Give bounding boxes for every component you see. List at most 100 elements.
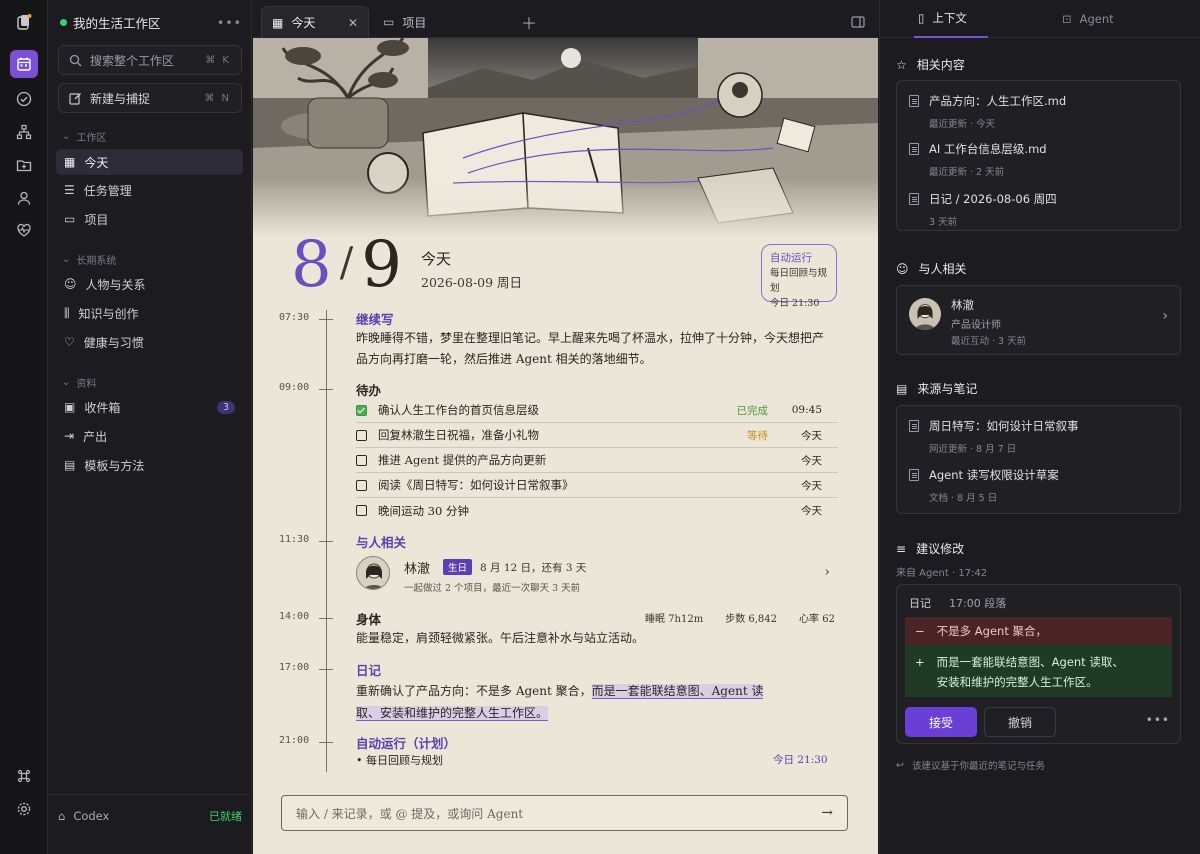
inbox-icon: ▣	[64, 400, 76, 414]
heart-rate-stat: 心率 62	[799, 614, 835, 625]
source-item[interactable]: Agent 读写权限设计草案 文档 · 8 月 5 日	[909, 467, 1059, 504]
todo-item[interactable]: 回复林澈生日祝福，准备小礼物 等待 今天	[356, 423, 838, 448]
sidebar-item-label: 健康与习惯	[83, 335, 144, 350]
checkbox[interactable]	[356, 454, 367, 466]
new-capture-button[interactable]: 新建与捕捉 ⌘ N	[58, 83, 242, 113]
chevron-right-icon[interactable]: ›	[1162, 308, 1168, 324]
minus-icon: −	[915, 624, 925, 638]
diff-paragraph: 17:00 段落	[949, 597, 1007, 610]
sidebar-item-tasks[interactable]: ☰ 任务管理	[56, 177, 243, 203]
more-options-icon[interactable]: •••	[217, 15, 242, 30]
sidebar-item-projects[interactable]: ▭ 项目	[56, 206, 243, 232]
folder-icon: ▭	[64, 212, 76, 226]
new-shortcut: ⌘ N	[204, 92, 231, 104]
document-icon: ▯	[918, 11, 925, 25]
todo-item[interactable]: 推进 Agent 提供的产品方向更新 今天	[356, 448, 838, 473]
hierarchy-icon[interactable]	[10, 118, 38, 146]
more-options-icon[interactable]: •••	[1146, 713, 1170, 727]
section-resources[interactable]: ⌄ 资料	[62, 375, 96, 390]
tab-projects[interactable]: ▭ 项目	[373, 6, 436, 38]
date-day: 9	[361, 228, 404, 302]
diff-header: 日记 17:00 段落	[909, 595, 1006, 611]
codex-status[interactable]: ⌂ Codex 已就绪	[58, 806, 242, 826]
checkbox[interactable]	[356, 505, 367, 516]
close-icon[interactable]: ✕	[348, 16, 358, 30]
person-card[interactable]: 林澈 产品设计师 最近互动 · 3 天前 ›	[896, 285, 1181, 355]
related-item[interactable]: 日记 / 2026-08-06 周四 3 天前	[909, 191, 1057, 228]
send-arrow-icon[interactable]: →	[821, 805, 833, 821]
body-text[interactable]: 能量稳定，肩颈轻微紧张。午后注意补水与站立活动。	[356, 628, 826, 649]
continue-text[interactable]: 昨晚睡得不错，梦里在整理旧笔记。早上醒来先喝了杯温水，拉伸了十分钟，今天想把产品…	[356, 328, 826, 370]
todo-text: 确认人生工作台的首页信息层级	[378, 403, 539, 417]
heart-icon: ♡	[64, 335, 75, 349]
chevron-down-icon: ⌄	[62, 377, 71, 388]
todo-item[interactable]: 阅读《周日特写：如何设计日常叙事》 今天	[356, 473, 838, 498]
body-stats: 睡眠 7h12m 步数 6,842 心率 62	[645, 610, 835, 625]
new-tab-button[interactable]: ＋	[511, 6, 547, 38]
sidebar-item-inbox[interactable]: ▣ 收件箱 3	[56, 394, 243, 420]
sidebar: 我的生活工作区 ••• 搜索整个工作区 ⌘ K 新建与捕捉 ⌘ N ⌄ 工作区 …	[48, 0, 252, 854]
todo-text: 阅读《周日特写：如何设计日常叙事》	[378, 478, 574, 492]
journal-highlight[interactable]: 而是一套能联结意图、Agent 读	[591, 684, 764, 699]
section-workspace[interactable]: ⌄ 工作区	[62, 129, 106, 144]
sidebar-item-output[interactable]: ⇥ 产出	[56, 423, 243, 449]
search-shortcut: ⌘ K	[205, 54, 231, 66]
calendar-icon[interactable]	[10, 50, 38, 78]
checkbox[interactable]	[356, 429, 367, 441]
person-card[interactable]: 林澈 生日 8 月 12 日，还有 3 天 一起做过 2 个项目，最近一次聊天 …	[356, 554, 836, 598]
sidebar-item-today[interactable]: ▦ 今天	[56, 149, 243, 175]
folder-icon[interactable]	[10, 151, 38, 179]
person-icon[interactable]	[10, 184, 38, 212]
heart-pulse-icon[interactable]	[10, 216, 38, 244]
chevron-down-icon: ⌄	[62, 131, 71, 142]
people-icon: ☺	[64, 277, 77, 291]
sidebar-item-templates[interactable]: ▤ 模板与方法	[56, 452, 243, 478]
todo-status: 等待	[747, 429, 768, 442]
journal-text[interactable]: 重新确认了产品方向：不是多 Agent 聚合，而是一套能联结意图、Agent 读…	[356, 680, 836, 724]
undo-button[interactable]: 撤销	[984, 707, 1056, 737]
chevron-down-icon: ⌄	[62, 254, 71, 265]
tab-label: Agent	[1079, 12, 1114, 26]
accept-button[interactable]: 接受	[905, 707, 977, 737]
search-input[interactable]: 搜索整个工作区 ⌘ K	[58, 45, 242, 75]
tab-today[interactable]: ▦ 今天 ✕	[261, 6, 369, 38]
auto-run-line: 每日回顾与规划	[770, 268, 828, 294]
command-icon[interactable]	[10, 762, 38, 790]
todo-date: 09:45	[791, 404, 822, 416]
time-label: 09:00	[279, 382, 310, 393]
suggest-footer: ↩ 该建议基于你最近的笔记与任务	[896, 758, 1045, 773]
input-placeholder: 输入 / 来记录，或 @ 提及，或询问 Agent	[296, 806, 524, 821]
timeline-tick	[319, 389, 333, 390]
chevron-right-icon[interactable]: ›	[824, 564, 830, 580]
tab-label: 上下文	[932, 11, 967, 25]
search-icon	[69, 54, 82, 66]
sidebar-item-people[interactable]: ☺ 人物与关系	[56, 271, 243, 297]
auto-run-item[interactable]: • 每日回顾与规划	[356, 752, 443, 768]
related-item[interactable]: AI 工作台信息层级.md 最近更新 · 2 天前	[909, 141, 1047, 178]
section-long-term[interactable]: ⌄ 长期系统	[62, 252, 116, 267]
tab-context[interactable]: ▯ 上下文	[914, 0, 988, 38]
diff-deletion: − 不是多 Agent 聚合，	[905, 617, 1172, 645]
toggle-panel-button[interactable]	[841, 6, 875, 38]
settings-gear-icon[interactable]	[10, 795, 38, 823]
checkbox[interactable]	[356, 479, 367, 491]
timeline-tick	[319, 669, 333, 670]
todo-item[interactable]: 确认人生工作台的首页信息层级 已完成 09:45	[356, 398, 838, 423]
related-item[interactable]: 产品方向：人生工作区.md 最近更新 · 今天	[909, 93, 1066, 130]
source-item[interactable]: 周日特写：如何设计日常叙事 网近更新 · 8 月 7 日	[909, 418, 1079, 455]
auto-run-time: 今日 21:30	[770, 298, 820, 309]
journal-highlight[interactable]: 取、安装和维护的完整人生工作区。	[356, 706, 549, 721]
workspace-switcher[interactable]: 我的生活工作区 •••	[60, 12, 242, 32]
auto-run-card[interactable]: 自动运行 每日回顾与规划 今日 21:30	[761, 244, 837, 309]
export-icon: ⇥	[64, 429, 75, 443]
check-circle-icon[interactable]	[10, 85, 38, 113]
panel-tabs: ▯ 上下文 ⊡ Agent	[880, 0, 1200, 38]
sidebar-item-knowledge[interactable]: ⫼ 知识与创作	[56, 300, 243, 326]
todo-item[interactable]: 晚间运动 30 分钟 今天	[356, 498, 838, 523]
tab-agent[interactable]: ⊡ Agent	[1062, 0, 1114, 38]
checkbox-checked[interactable]	[356, 404, 367, 416]
document-icon	[909, 143, 919, 155]
inbox-count-badge: 3	[216, 400, 235, 414]
sidebar-item-health[interactable]: ♡ 健康与习惯	[56, 329, 243, 355]
command-input[interactable]: 输入 / 来记录，或 @ 提及，或询问 Agent →	[281, 795, 848, 831]
